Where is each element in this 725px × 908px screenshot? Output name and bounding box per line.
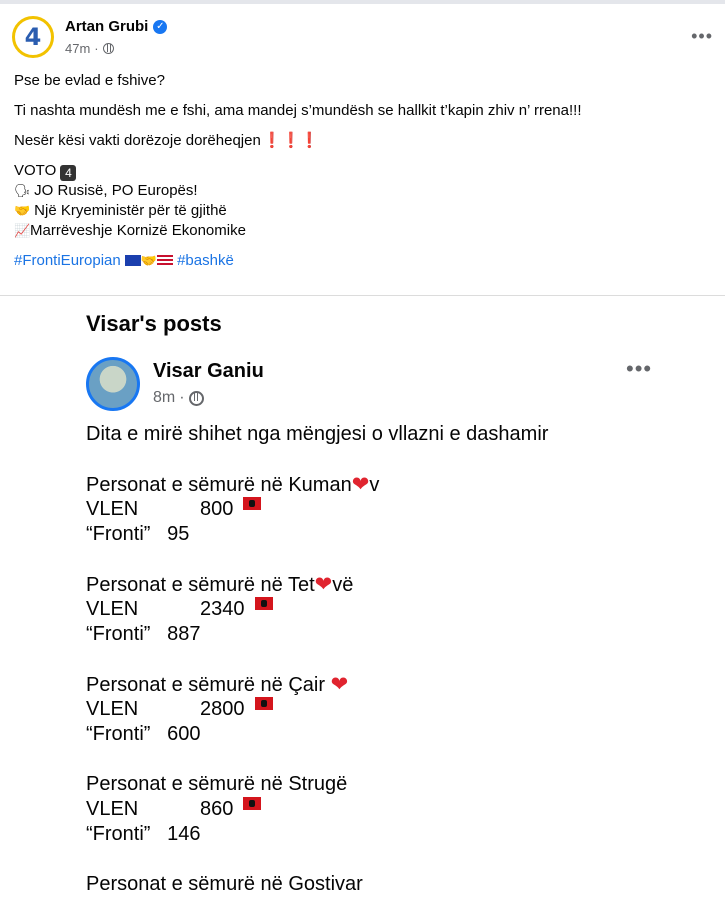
albania-flag-icon	[254, 697, 273, 710]
post-text: Pse be evlad e fshive? Ti nashta mundësh…	[14, 71, 704, 271]
author-name[interactable]: Artan Grubi ✓	[65, 18, 168, 35]
block-heading: Personat e sëmurë në Strugë	[86, 773, 348, 795]
fronti-row: “Fronti” 600	[86, 723, 201, 745]
post-meta: 47m ·	[65, 41, 114, 56]
chart-increasing-icon: 📈	[14, 223, 31, 238]
greeting: Dita e mirë shihet nga mëngjesi o vllazn…	[86, 423, 549, 445]
post-line: Nesër kësi vakti dorëzoje dorëheqjen ❗❗❗	[14, 132, 319, 149]
embedded-body: Dita e mirë shihet nga mëngjesi o vllazn…	[86, 422, 706, 897]
speaking-head-icon: 🗣	[14, 183, 31, 198]
post-header: 4 Artan Grubi ✓ 47m · •••	[12, 16, 713, 62]
eu-flag-icon	[124, 255, 141, 266]
verified-badge-icon: ✓	[153, 19, 168, 34]
vlen-row: VLEN 860	[86, 797, 706, 822]
top-divider	[0, 0, 725, 4]
vlen-row: VLEN 800	[86, 497, 706, 522]
embedded-avatar	[86, 357, 140, 411]
fronti-row: “Fronti” 887	[86, 623, 201, 645]
fronti-row: “Fronti” 146	[86, 823, 201, 845]
hashtag-link[interactable]: #FrontiEuropian	[14, 252, 121, 269]
heart-icon: ❤	[314, 573, 333, 596]
author-label[interactable]: Artan Grubi	[65, 18, 148, 35]
handshake-icon: 🤝	[14, 203, 31, 218]
more-options-icon[interactable]: •••	[691, 26, 713, 47]
post-time[interactable]: 47m	[65, 41, 90, 56]
post-line: Pse be evlad e fshive?	[14, 72, 165, 89]
image-divider	[0, 295, 725, 296]
hashtag-line: #FrontiEuropian 🤝 #bashkë	[14, 251, 704, 271]
post-line: Ti nashta mundësh me e fshi, ama mandej …	[14, 102, 582, 119]
albania-flag-icon	[243, 797, 262, 810]
voto-line: VOTO 4	[14, 161, 704, 181]
bullet-item: 🗣 JO Rusisë, PO Europës!	[14, 182, 198, 199]
bullet-item: 🤝 Një Kryeministër për të gjithë	[14, 202, 227, 219]
embedded-title: Visar's posts	[86, 311, 222, 336]
block-heading: Personat e sëmurë në Tet❤vë	[86, 573, 354, 596]
vlen-row: VLEN 2340	[86, 597, 706, 622]
us-flag-icon	[156, 255, 173, 266]
exclamation-icons: ❗❗❗	[262, 132, 319, 149]
hashtag-link[interactable]: #bashkë	[177, 252, 234, 269]
block-heading: Personat e sëmurë në Gostivar	[86, 873, 363, 895]
handshake-icon: 🤝	[140, 253, 158, 268]
embedded-meta: 8m ·	[153, 389, 204, 407]
bullet-item: 📈Marrëveshje Kornizë Ekonomike	[14, 222, 246, 239]
embedded-author: Visar Ganiu	[153, 360, 264, 382]
albania-flag-icon	[254, 597, 273, 610]
number-four-icon: 4	[60, 165, 77, 181]
block-heading: Personat e sëmurë në Çair ❤	[86, 673, 349, 696]
heart-icon: ❤	[351, 473, 370, 496]
albania-flag-icon	[243, 497, 262, 510]
avatar[interactable]: 4	[12, 16, 54, 58]
globe-icon	[102, 43, 114, 54]
block-heading: Personat e sëmurë në Kuman❤v	[86, 473, 380, 496]
vlen-row: VLEN 2800	[86, 697, 706, 722]
fronti-row: “Fronti” 95	[86, 523, 190, 545]
globe-icon	[188, 390, 204, 406]
avatar-number: 4	[24, 23, 42, 51]
embedded-more-icon: •••	[626, 356, 653, 381]
heart-icon: ❤	[330, 673, 349, 696]
